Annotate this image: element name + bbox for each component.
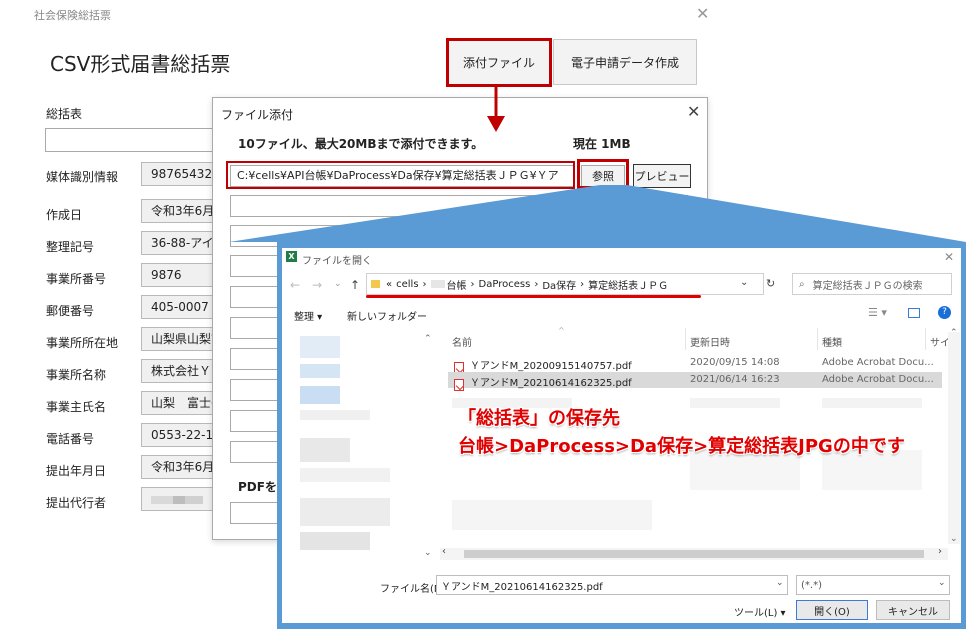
column-size[interactable]: サイズ	[930, 334, 950, 349]
navigation-pane[interactable]	[282, 328, 432, 560]
search-icon: ⌕	[799, 278, 805, 290]
breadcrumb-underline	[366, 295, 701, 298]
breadcrumb-sep: ›	[534, 278, 539, 290]
column-date[interactable]: 更新日時	[690, 334, 730, 349]
nav-scroll-up-icon[interactable]: ⌃	[424, 334, 432, 344]
column-divider	[817, 328, 818, 350]
breadcrumb-sep: ›	[470, 278, 475, 290]
breadcrumb-cells[interactable]: cells	[396, 279, 418, 290]
scroll-up-icon[interactable]: ⌃	[950, 328, 958, 338]
breadcrumb-overflow[interactable]: «	[386, 279, 392, 290]
file-name: ＹアンドM_20200915140757.pdf	[470, 361, 632, 372]
back-arrow-icon[interactable]: ←	[290, 278, 300, 292]
filename-value: ＹアンドM_20210614162325.pdf	[441, 581, 603, 593]
file-name: ＹアンドM_20210614162325.pdf	[470, 378, 632, 389]
column-type[interactable]: 種類	[822, 334, 842, 349]
new-folder-button[interactable]: 新しいフォルダー	[347, 308, 427, 323]
vertical-scrollbar[interactable]	[948, 332, 960, 544]
breadcrumb-sep: ›	[580, 278, 585, 290]
scroll-down-icon[interactable]: ⌄	[950, 534, 958, 544]
file-date: 2021/06/14 16:23	[690, 374, 780, 385]
blurred-segment	[430, 280, 445, 288]
filter-value: (*.*)	[801, 579, 822, 591]
breadcrumb-dasave[interactable]: Da保存	[542, 277, 576, 292]
file-row-selected[interactable]: ＹアンドM_20210614162325.pdf 2021/06/14 16:2…	[448, 372, 942, 391]
tools-label: ツール(L)	[734, 608, 778, 619]
breadcrumb-jpg-folder[interactable]: 算定総括表ＪＰＧ	[588, 277, 668, 292]
scroll-left-icon[interactable]: ‹	[442, 546, 446, 557]
breadcrumb-ledger[interactable]: 台帳	[447, 277, 467, 292]
filename-dropdown-icon[interactable]: ⌄	[776, 578, 784, 588]
filename-input[interactable]: ＹアンドM_20210614162325.pdf	[436, 575, 788, 595]
tools-menu[interactable]: ツール(L) ▾	[734, 604, 786, 619]
open-dialog-close-icon[interactable]: ✕	[944, 250, 954, 264]
view-options-icon[interactable]: ☰ ▾	[868, 306, 887, 319]
refresh-icon[interactable]: ↻	[766, 277, 775, 290]
organize-menu[interactable]: 整理 ▾	[294, 308, 322, 323]
column-name[interactable]: 名前	[452, 334, 472, 349]
forward-arrow-icon[interactable]: →	[312, 278, 322, 292]
breadcrumb-sep: ›	[422, 278, 427, 290]
annotation-line-2: 台帳>DaProcess>Da保存>算定総括表JPGの中です	[458, 436, 905, 457]
filter-dropdown-icon[interactable]: ⌄	[938, 578, 946, 588]
search-input[interactable]: ⌕ 算定総括表ＪＰＧの検索	[792, 273, 952, 295]
address-dropdown-icon[interactable]: ⌄	[740, 277, 748, 288]
open-button[interactable]: 開く(O)	[796, 600, 868, 620]
sort-caret-icon: ^	[558, 326, 565, 335]
column-divider	[685, 328, 686, 350]
column-divider	[925, 328, 926, 350]
breadcrumb-daprocess[interactable]: DaProcess	[479, 279, 531, 290]
annotation-line-1: 「総括表」の保存先	[458, 408, 620, 429]
file-date: 2020/09/15 14:08	[690, 357, 780, 368]
folder-icon	[371, 280, 380, 288]
horizontal-scroll-thumb[interactable]	[464, 550, 924, 558]
recent-dropdown-icon[interactable]: ⌄	[334, 279, 342, 289]
pdf-file-icon	[454, 378, 464, 391]
search-placeholder: 算定総括表ＪＰＧの検索	[812, 280, 923, 292]
file-type: Adobe Acrobat Docu...	[822, 374, 934, 385]
excel-icon: X	[286, 251, 297, 262]
up-arrow-icon[interactable]: ↑	[350, 278, 360, 292]
file-row[interactable]: ＹアンドM_20200915140757.pdf 2020/09/15 14:0…	[448, 355, 942, 374]
preview-pane-icon[interactable]	[908, 308, 920, 318]
scroll-right-icon[interactable]: ›	[938, 546, 942, 557]
nav-scroll-down-icon[interactable]: ⌄	[424, 548, 432, 558]
address-bar[interactable]: « cells › 台帳 › DaProcess › Da保存 › 算定総括表Ｊ…	[366, 273, 764, 295]
file-type: Adobe Acrobat Docu...	[822, 357, 934, 368]
open-dialog-title: ファイルを開く	[302, 256, 372, 267]
help-icon[interactable]: ?	[938, 306, 951, 319]
cancel-button[interactable]: キャンセル	[876, 600, 950, 620]
file-type-filter[interactable]: (*.*)	[796, 575, 950, 595]
